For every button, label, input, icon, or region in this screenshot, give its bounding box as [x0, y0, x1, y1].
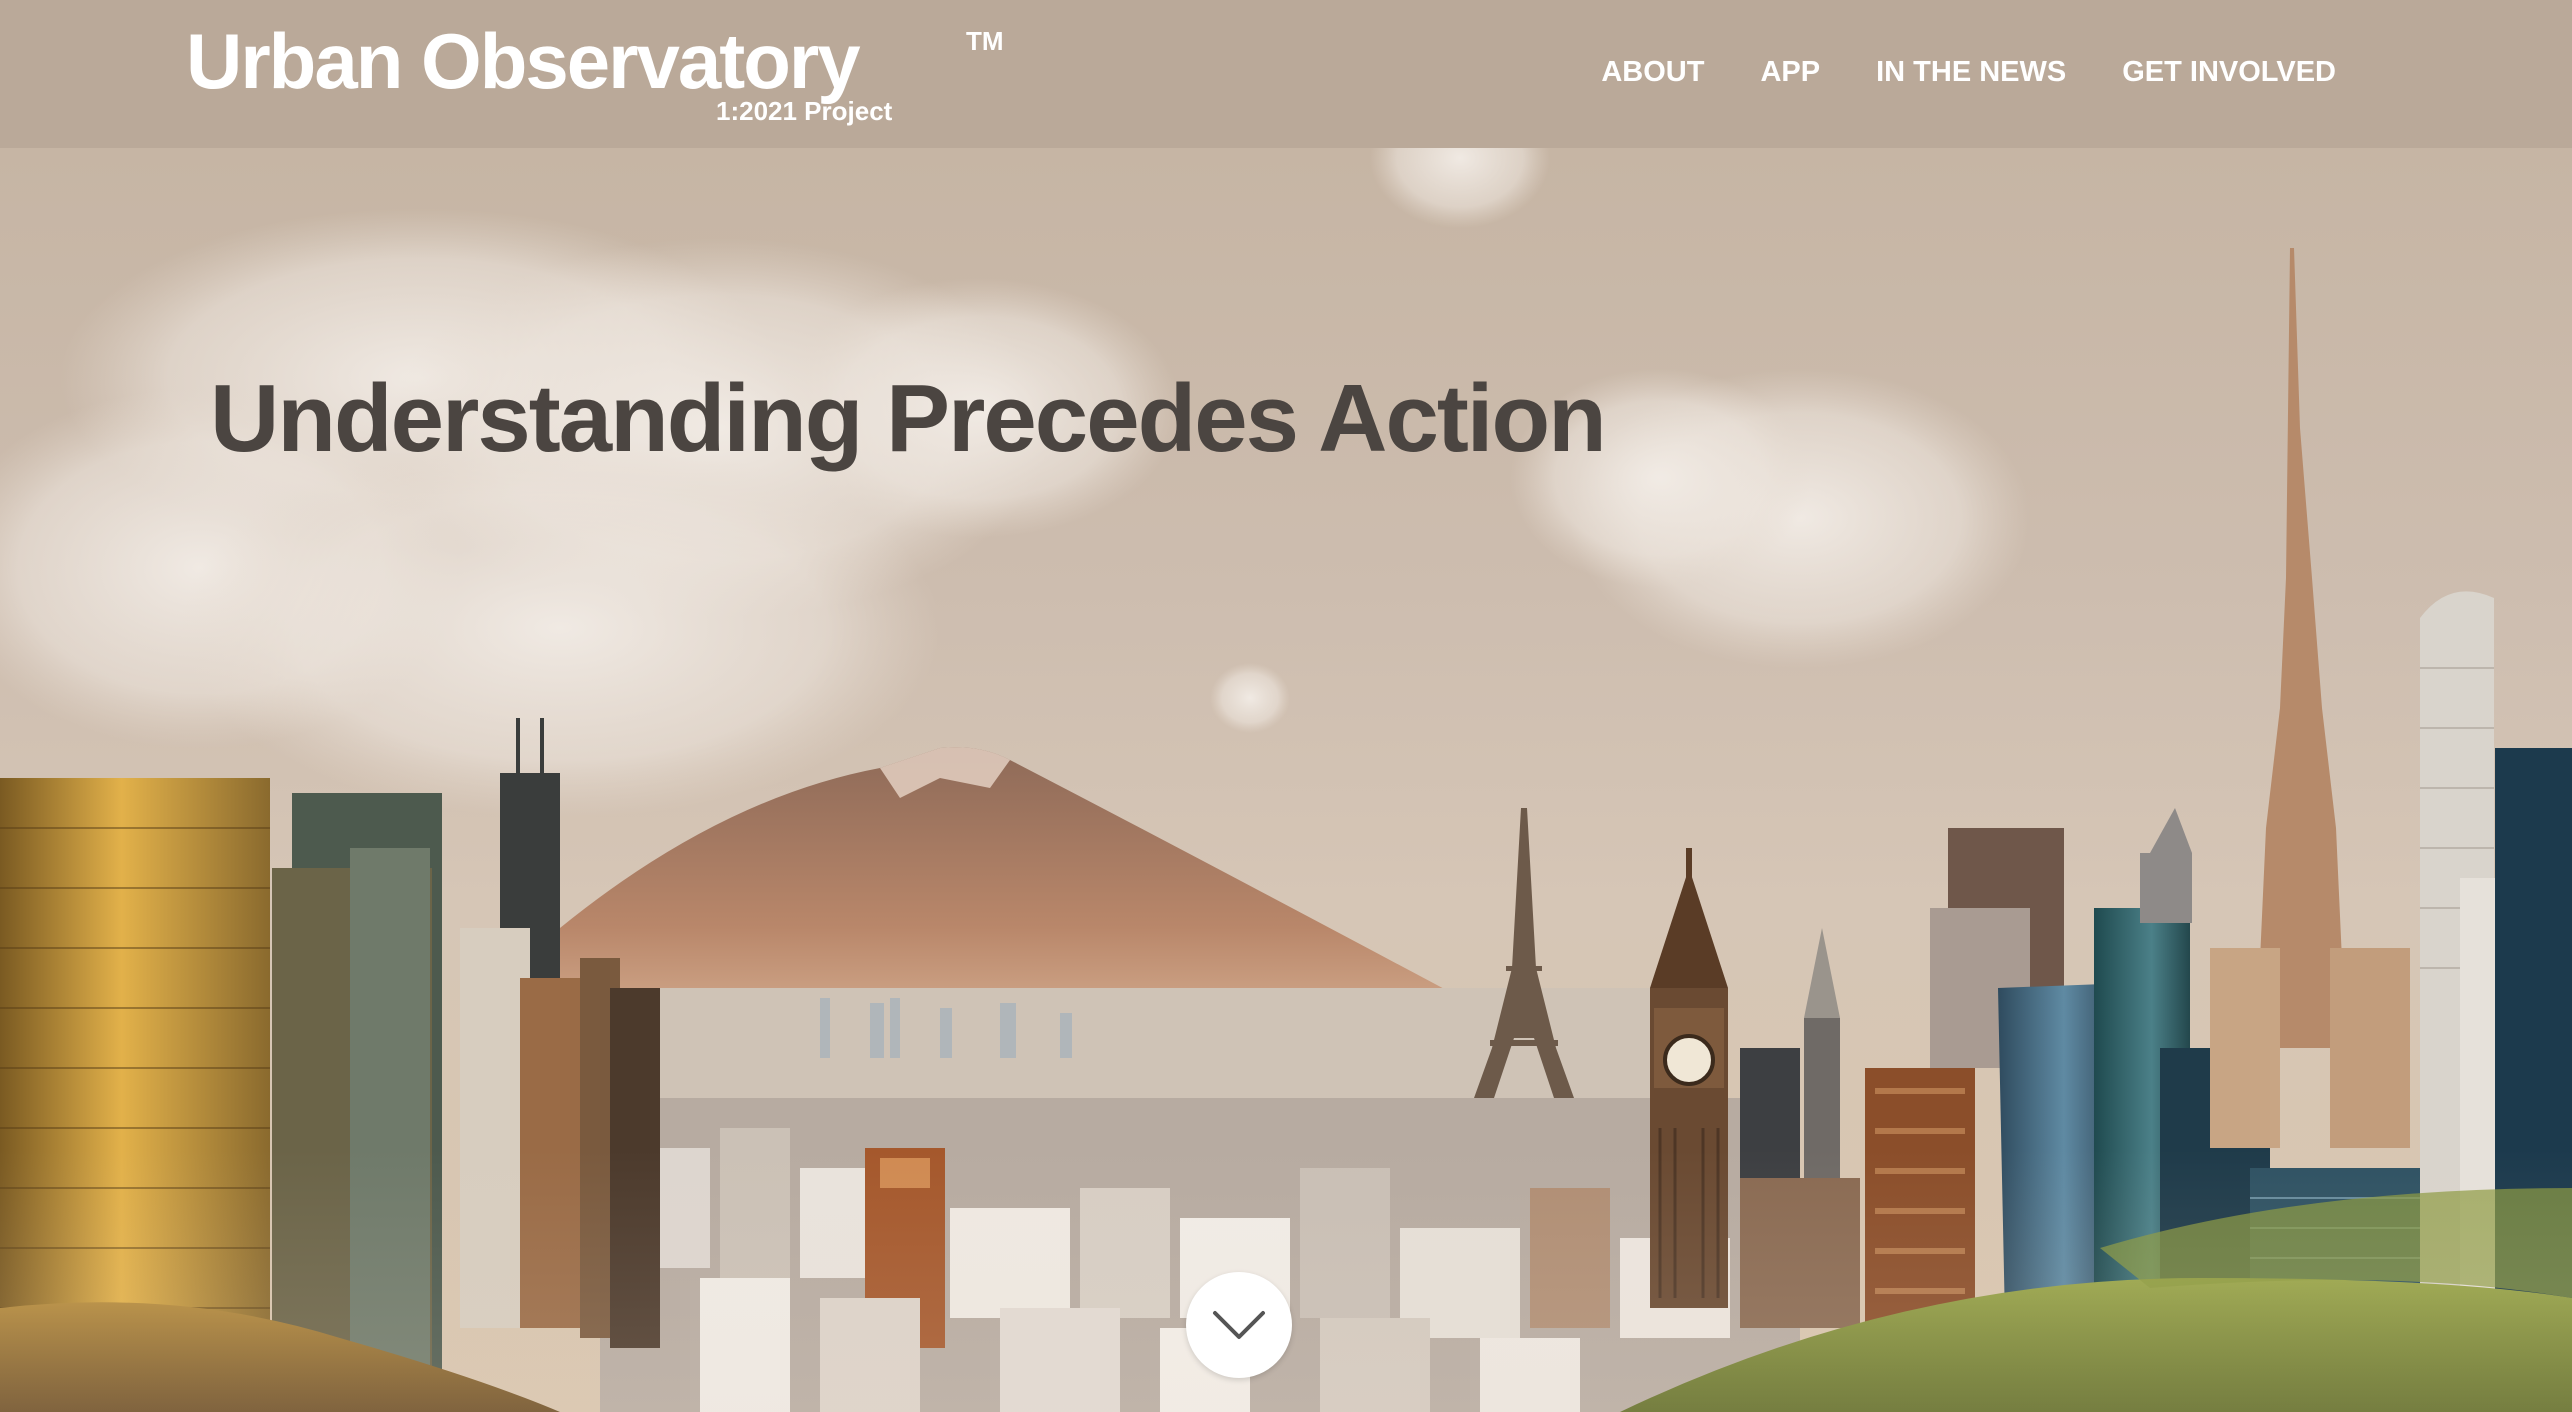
nav-item-get-involved: GET INVOLVED	[2122, 56, 2336, 89]
nav-item-app: APP	[1760, 56, 1820, 89]
nav-item-in-the-news: IN THE NEWS	[1876, 56, 2066, 89]
nav-link-about[interactable]: ABOUT	[1601, 56, 1704, 88]
logo[interactable]: Urban Observatory TM 1:2021 Project	[186, 22, 1006, 132]
logo-subtitle: 1:2021 Project	[716, 96, 893, 126]
logo-text: Urban Observatory	[186, 17, 861, 105]
nav-link-app[interactable]: APP	[1760, 56, 1820, 88]
clouds	[0, 148, 2030, 818]
chevron-down-icon	[1213, 1311, 1265, 1339]
city-skyline-illustration	[0, 148, 2572, 1412]
site-header: Urban Observatory TM 1:2021 Project ABOU…	[0, 0, 2572, 148]
nav-list: ABOUT APP IN THE NEWS GET INVOLVED	[1601, 56, 2336, 89]
hero-headline: Understanding Precedes Action	[210, 365, 1607, 472]
nav-item-about: ABOUT	[1601, 56, 1704, 89]
scroll-down-button[interactable]	[1186, 1272, 1292, 1378]
hero-section: Understanding Precedes Action	[0, 148, 2572, 1412]
burj-khalifa	[2210, 248, 2410, 1148]
logo-trademark: TM	[966, 26, 1004, 56]
nav-link-get-involved[interactable]: GET INVOLVED	[2122, 56, 2336, 88]
nav-link-in-the-news[interactable]: IN THE NEWS	[1876, 56, 2066, 88]
